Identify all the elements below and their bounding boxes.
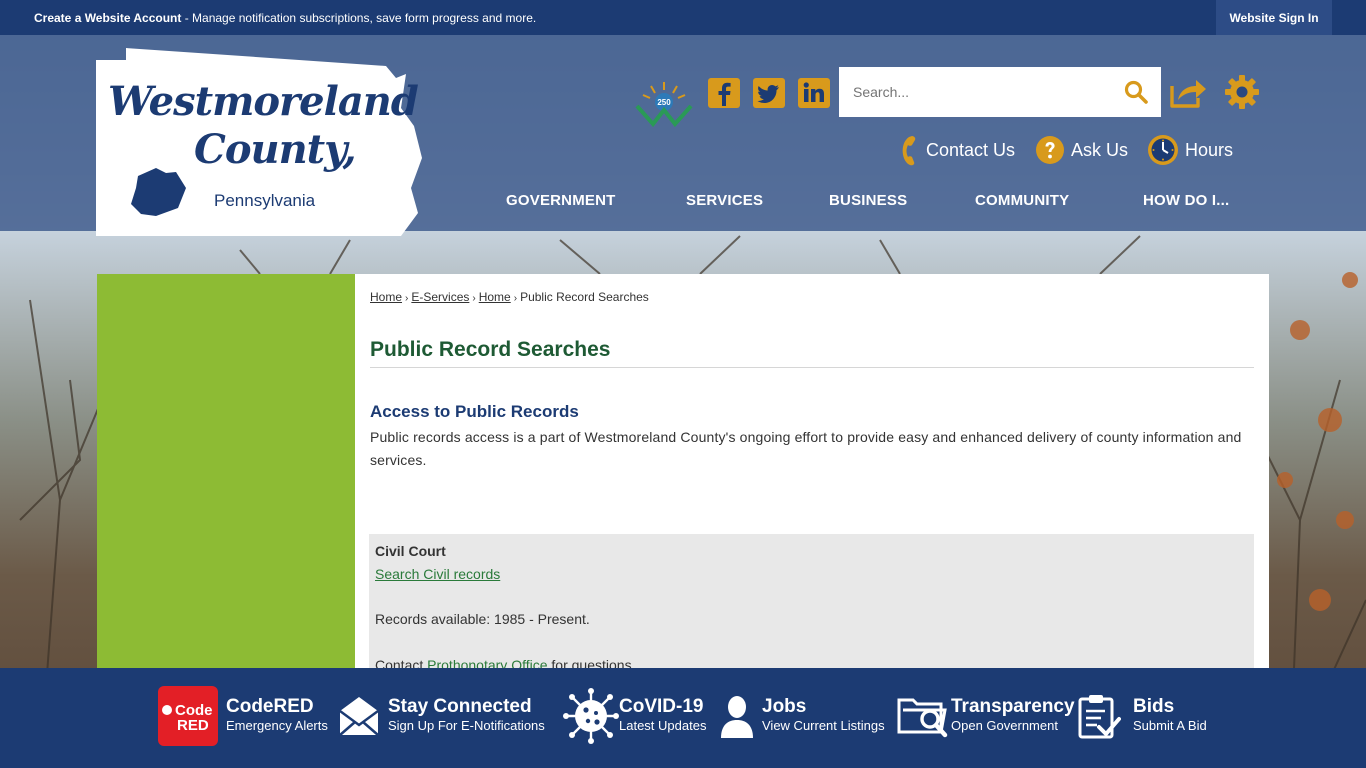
- linkedin-icon[interactable]: [798, 78, 830, 108]
- footer-transparency[interactable]: Transparency Open Government: [897, 684, 1075, 748]
- quick-links-footer: Code RED CodeRED Emergency Alerts Stay C…: [0, 668, 1366, 768]
- codered-dot-icon: [162, 705, 172, 715]
- virus-icon: [563, 688, 619, 744]
- facebook-icon[interactable]: [708, 78, 740, 108]
- share-icon[interactable]: [1168, 74, 1208, 110]
- breadcrumb-home-2[interactable]: Home: [479, 290, 511, 304]
- footer-stay-connected[interactable]: Stay Connected Sign Up For E-Notificatio…: [338, 684, 545, 748]
- footer-jobs-subtitle: View Current Listings: [762, 718, 885, 733]
- breadcrumb-separator: ›: [472, 293, 476, 304]
- utility-bar: Create a Website Account - Manage notifi…: [0, 0, 1366, 35]
- breadcrumb-e-services[interactable]: E-Services: [411, 290, 469, 304]
- create-account-message[interactable]: Create a Website Account - Manage notifi…: [34, 11, 536, 25]
- nav-how-do-i[interactable]: HOW DO I...: [1143, 192, 1229, 209]
- footer-stay-connected-title: Stay Connected: [388, 696, 532, 717]
- footer-codered-title: CodeRED: [226, 696, 314, 717]
- twitter-icon[interactable]: [753, 78, 785, 108]
- footer-jobs-title: Jobs: [762, 696, 807, 717]
- logo-county: County,: [194, 126, 356, 173]
- search-civil-records-link[interactable]: Search Civil records: [375, 566, 500, 582]
- footer-codered-subtitle: Emergency Alerts: [226, 718, 328, 733]
- site-search: [839, 67, 1161, 117]
- search-button[interactable]: [1123, 79, 1149, 105]
- footer-jobs[interactable]: Jobs View Current Listings: [720, 684, 885, 748]
- side-navigation: [97, 274, 355, 674]
- codered-logo-red: RED: [177, 717, 209, 734]
- footer-stay-connected-subtitle: Sign Up For E-Notifications: [388, 718, 545, 733]
- codered-icon: Code RED: [158, 686, 218, 746]
- search-icon: [1124, 80, 1148, 104]
- footer-covid[interactable]: CoVID-19 Latest Updates: [563, 684, 706, 748]
- clock-icon: [1148, 135, 1178, 165]
- footer-covid-title: CoVID-19: [619, 696, 704, 717]
- title-divider: [370, 367, 1254, 368]
- civil-court-title: Civil Court: [375, 543, 446, 559]
- records-available-text: Records available: 1985 - Present.: [375, 611, 590, 627]
- svg-text:250: 250: [657, 98, 671, 107]
- footer-bids[interactable]: Bids Submit A Bid: [1077, 684, 1207, 748]
- civil-court-panel: Civil Court Search Civil records Records…: [369, 534, 1254, 674]
- nav-services[interactable]: SERVICES: [686, 192, 763, 209]
- hours-link[interactable]: Hours: [1147, 133, 1233, 167]
- intro-paragraph: Public records access is a part of Westm…: [370, 429, 1242, 468]
- anniversary-logo-icon[interactable]: 250: [633, 80, 695, 128]
- clipboard-check-icon: [1078, 695, 1121, 739]
- hours-label: Hours: [1185, 139, 1234, 160]
- breadcrumb-home[interactable]: Home: [370, 290, 402, 304]
- gear-icon[interactable]: [1224, 74, 1260, 110]
- contact-us-link[interactable]: Contact Us: [896, 133, 1015, 167]
- search-input[interactable]: [839, 67, 1109, 117]
- nav-government[interactable]: GOVERNMENT: [506, 192, 616, 209]
- question-icon: [1036, 136, 1064, 164]
- footer-codered[interactable]: Code RED CodeRED Emergency Alerts: [158, 684, 328, 748]
- person-icon: [721, 696, 753, 738]
- footer-transparency-title: Transparency: [951, 696, 1075, 717]
- page-title: Public Record Searches: [370, 338, 611, 361]
- footer-transparency-subtitle: Open Government: [951, 718, 1058, 733]
- ask-us-label: Ask Us: [1071, 139, 1129, 160]
- nav-business[interactable]: BUSINESS: [829, 192, 907, 209]
- create-account-description: - Manage notification subscriptions, sav…: [181, 11, 537, 25]
- section-heading: Access to Public Records: [370, 402, 579, 421]
- footer-bids-subtitle: Submit A Bid: [1133, 718, 1207, 733]
- main-content: Home › E-Services › Home › Public Record Searc…: [355, 274, 1269, 674]
- county-logo[interactable]: Westmoreland County, Pennsylvania: [96, 48, 422, 236]
- phone-icon: [902, 136, 916, 166]
- breadcrumb-separator: ›: [405, 293, 409, 304]
- website-sign-in-button[interactable]: Website Sign In: [1216, 0, 1332, 35]
- envelope-icon: [339, 697, 379, 736]
- breadcrumb: Home › E-Services › Home › Public Record Searc…: [370, 290, 649, 304]
- footer-bids-title: Bids: [1133, 696, 1175, 717]
- nav-community[interactable]: COMMUNITY: [975, 192, 1069, 209]
- ask-us-link[interactable]: Ask Us: [1035, 133, 1128, 167]
- contact-us-label: Contact Us: [926, 139, 1016, 160]
- breadcrumb-current: Public Record Searches: [520, 290, 649, 304]
- logo-westmoreland: Westmoreland: [108, 78, 419, 125]
- folder-search-icon: [897, 698, 948, 738]
- breadcrumb-separator: ›: [513, 293, 518, 304]
- create-account-link[interactable]: Create a Website Account: [34, 11, 181, 25]
- footer-covid-subtitle: Latest Updates: [619, 718, 707, 733]
- logo-pennsylvania: Pennsylvania: [214, 191, 316, 210]
